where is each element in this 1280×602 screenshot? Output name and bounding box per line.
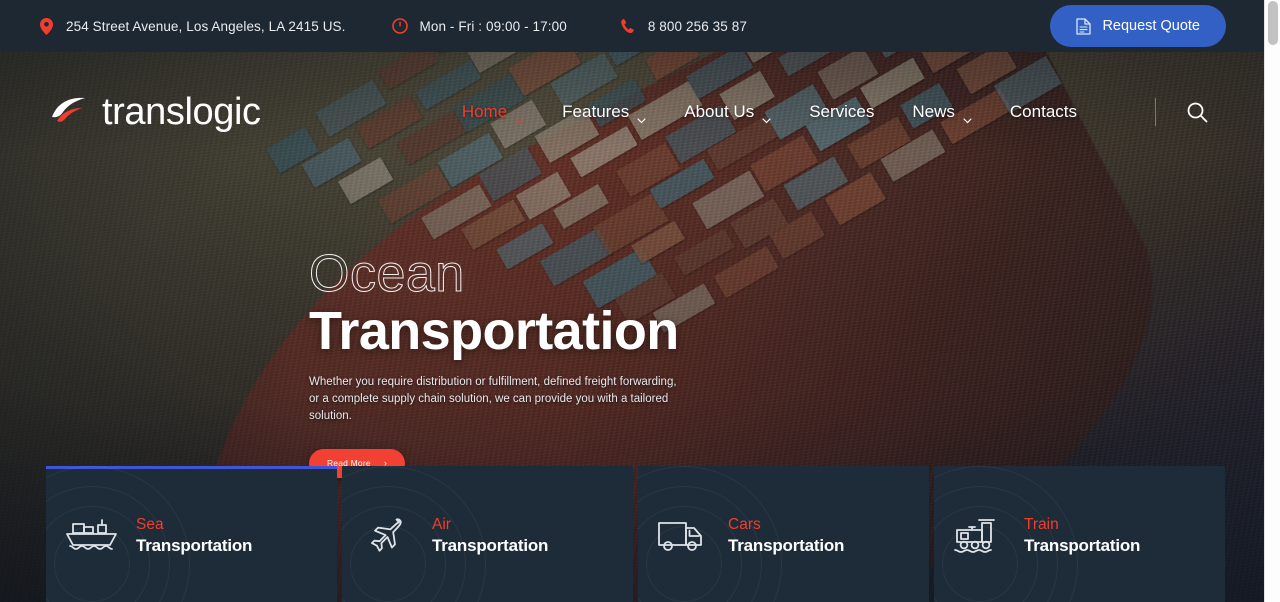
card-mode-label: Cars [728, 516, 761, 534]
service-card-train[interactable]: Train Transportation [934, 466, 1225, 602]
site-header: translogic Home Features About Us Servic… [0, 52, 1264, 172]
card-mode-label: Sea [136, 516, 164, 534]
card-body: Cars Transportation [638, 469, 929, 602]
page-root: 254 Street Avenue, Los Angeles, LA 2415 … [0, 0, 1280, 602]
card-title-label: Transportation [1024, 535, 1141, 555]
airplane-icon [356, 511, 418, 561]
hero-title: Transportation [309, 301, 679, 361]
chevron-down-icon [963, 109, 972, 124]
logo-wordmark: translogic [102, 91, 261, 133]
scrollbar-thumb[interactable] [1268, 1, 1278, 45]
top-info-bar: 254 Street Avenue, Los Angeles, LA 2415 … [0, 0, 1264, 52]
clock-icon [392, 18, 409, 35]
document-icon [1076, 17, 1092, 35]
ship-icon [60, 511, 122, 561]
card-body: Air Transportation [342, 469, 633, 602]
phone-text: 8 800 256 35 87 [647, 18, 747, 34]
phone-info[interactable]: 8 800 256 35 87 [620, 18, 747, 35]
translogic-swoosh-icon [48, 95, 88, 129]
service-cards: Sea Transportation Air Transportation Ca… [46, 466, 1264, 602]
card-mode-label: Air [432, 516, 451, 534]
card-body: Sea Transportation [46, 469, 337, 602]
nav-item-contacts[interactable]: Contacts [1010, 102, 1077, 122]
request-quote-button[interactable]: Request Quote [1050, 5, 1226, 47]
phone-icon [620, 18, 637, 35]
card-text: Train Transportation [1024, 515, 1140, 556]
truck-icon [652, 511, 714, 561]
card-title-label: Transportation [432, 535, 549, 555]
service-card-sea[interactable]: Sea Transportation [46, 466, 337, 602]
nav-item-features[interactable]: Features [562, 102, 646, 124]
hero-content: Ocean Transportation Whether you require… [309, 248, 1009, 478]
nav-item-news[interactable]: News [912, 102, 972, 124]
nav-label-contacts: Contacts [1009, 102, 1077, 121]
nav-label-news: News [912, 102, 955, 121]
page-scrollbar[interactable] [1264, 0, 1280, 602]
nav-item-services[interactable]: Services [809, 102, 874, 122]
hero-description: Whether you require distribution or fulf… [309, 376, 677, 422]
locomotive-icon [948, 511, 1010, 561]
chevron-down-icon [637, 109, 646, 124]
card-text: Cars Transportation [728, 515, 844, 556]
chevron-down-icon [762, 109, 771, 124]
location-pin-icon [38, 17, 55, 35]
nav-label-about-us: About Us [684, 102, 755, 121]
browser-viewport: 254 Street Avenue, Los Angeles, LA 2415 … [0, 0, 1264, 602]
main-navigation: Home Features About Us Services News Con… [462, 98, 1264, 126]
address-text: 254 Street Avenue, Los Angeles, LA 2415 … [66, 18, 346, 34]
hero-eyebrow: Ocean [309, 245, 465, 303]
nav-item-about-us[interactable]: About Us [684, 102, 771, 124]
nav-label-home: Home [461, 102, 508, 121]
service-card-cars[interactable]: Cars Transportation [638, 466, 929, 602]
hours-text: Mon - Fri : 09:00 - 17:00 [419, 18, 567, 34]
site-logo[interactable]: translogic [48, 93, 261, 131]
card-title-label: Transportation [728, 535, 845, 555]
nav-divider [1155, 98, 1156, 126]
search-icon[interactable] [1186, 101, 1208, 123]
nav-item-home[interactable]: Home [461, 102, 524, 124]
card-mode-label: Train [1024, 516, 1059, 534]
nav-label-features: Features [562, 102, 630, 121]
request-quote-label: Request Quote [1102, 18, 1200, 34]
card-body: Train Transportation [934, 469, 1225, 602]
card-title-label: Transportation [136, 535, 253, 555]
hours-info: Mon - Fri : 09:00 - 17:00 [392, 18, 567, 35]
address-info: 254 Street Avenue, Los Angeles, LA 2415 … [38, 17, 346, 35]
chevron-down-icon [515, 109, 524, 124]
card-text: Sea Transportation [136, 515, 252, 556]
nav-label-services: Services [809, 102, 875, 121]
card-text: Air Transportation [432, 515, 548, 556]
service-card-air[interactable]: Air Transportation [342, 466, 633, 602]
